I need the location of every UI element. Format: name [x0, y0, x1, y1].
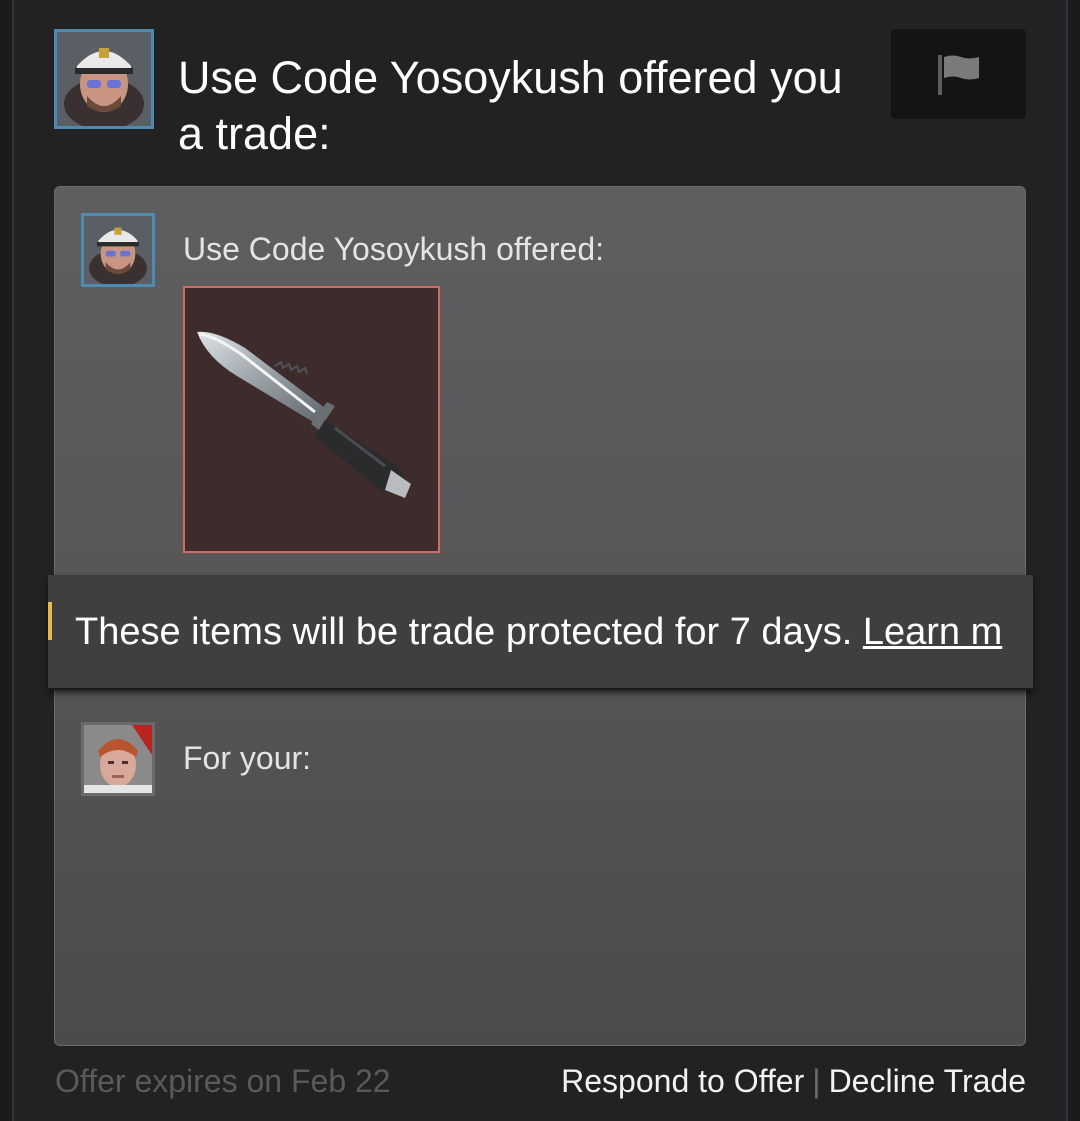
offer-expiry: Offer expires on Feb 22 [55, 1063, 391, 1099]
your-avatar[interactable] [81, 722, 155, 796]
red-hair-avatar-icon [84, 725, 152, 793]
decline-trade-link[interactable]: Decline Trade [829, 1063, 1026, 1099]
notice-accent-bar [48, 602, 52, 640]
notice-text: These items will be trade protected for … [75, 609, 1002, 655]
offer-headline: Use Code Yosoykush offered you a trade: [178, 52, 843, 159]
captain-hat-avatar-icon [57, 32, 151, 126]
action-separator: | [812, 1063, 821, 1099]
captain-hat-avatar-icon [84, 216, 152, 284]
offer-actions: Respond to Offer | Decline Trade [561, 1062, 1026, 1100]
offered-item-slot[interactable] [183, 286, 440, 553]
partner-avatar-small[interactable] [81, 213, 155, 287]
report-button[interactable] [891, 29, 1026, 119]
respond-to-offer-link[interactable]: Respond to Offer [561, 1063, 804, 1099]
for-your-label: For your: [183, 740, 312, 776]
notice-message: These items will be trade protected for … [75, 611, 853, 653]
offered-label: Use Code Yosoykush offered: [183, 231, 605, 267]
partner-avatar[interactable] [54, 29, 154, 129]
learn-more-link[interactable]: Learn m [863, 611, 1002, 653]
bowie-knife-icon [197, 331, 411, 498]
trade-protection-notice: These items will be trade protected for … [48, 575, 1033, 690]
flag-icon [937, 55, 979, 95]
